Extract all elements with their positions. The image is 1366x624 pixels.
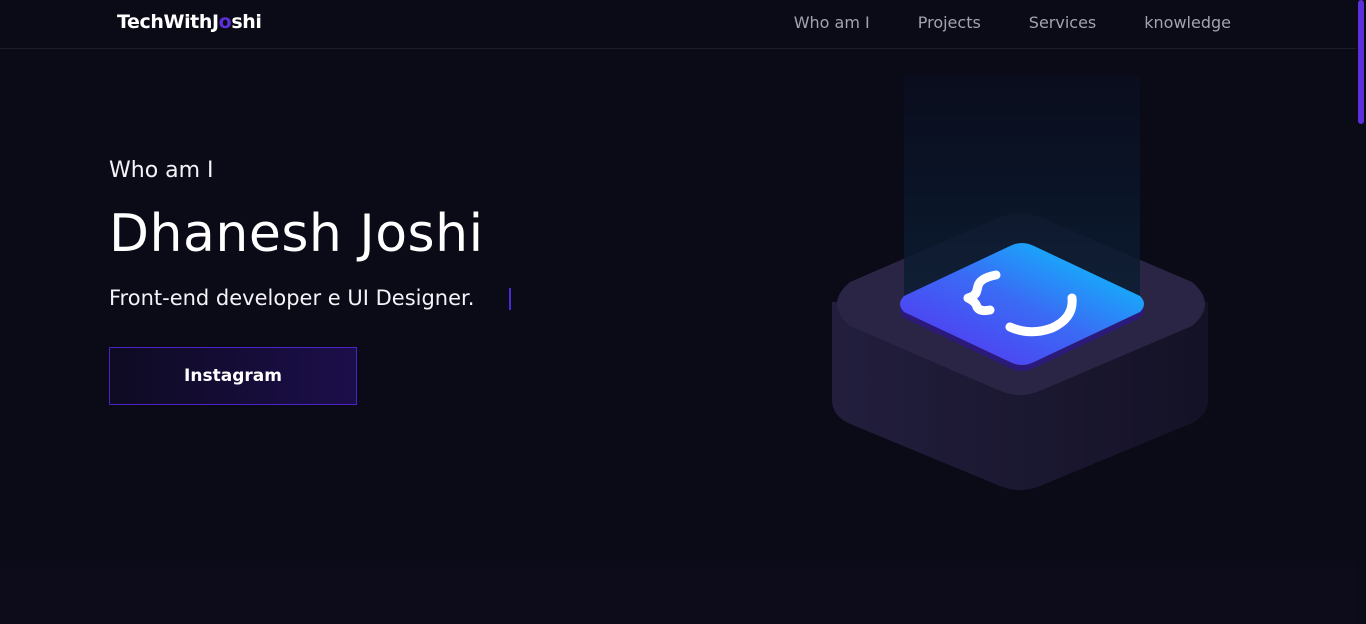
scrollbar-thumb[interactable] [1358,0,1364,124]
main-nav: Who am I Projects Services knowledge [794,12,1231,34]
logo-prefix: TechWithJ [117,11,219,33]
isometric-illustration [832,76,1208,490]
nav-link-services[interactable]: Services [1029,12,1096,34]
nav-link-projects[interactable]: Projects [918,12,981,34]
nav-link-knowledge[interactable]: knowledge [1144,12,1231,34]
top-navbar: TechWithJoshi Who am I Projects Services… [0,0,1356,49]
nav-link-who-am-i[interactable]: Who am I [794,12,870,34]
typing-caret [509,288,511,310]
hero-subtitle: Front-end developer e UI Designer. [109,286,475,310]
site-logo[interactable]: TechWithJoshi [117,10,262,34]
hero-kicker: Who am I [109,158,214,183]
hero-title: Dhanesh Joshi [109,204,484,264]
page: TechWithJoshi Who am I Projects Services… [0,0,1366,624]
logo-accent: o [218,11,232,33]
instagram-button[interactable]: Instagram [109,347,357,405]
next-section [0,561,1356,624]
logo-suffix: shi [231,11,262,33]
scrollbar[interactable] [1356,0,1366,624]
